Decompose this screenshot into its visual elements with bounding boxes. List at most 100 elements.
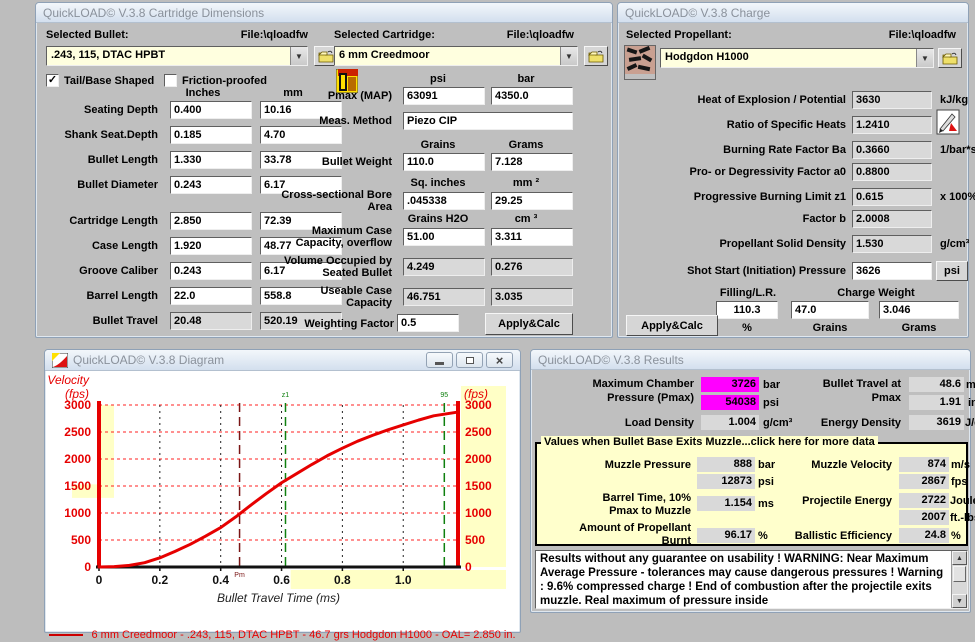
svg-text:Velocity: Velocity <box>47 373 90 387</box>
propellant-file-open-button[interactable] <box>938 48 962 68</box>
seating-depth-in-field[interactable]: 0.400 <box>170 101 252 119</box>
legend-line-sample <box>49 634 83 636</box>
scroll-down-icon[interactable]: ▼ <box>952 594 967 608</box>
cartridge-window-title: QuickLOAD© V.3.8 Cartridge Dimensions <box>43 6 605 20</box>
cartridge-window-titlebar[interactable]: QuickLOAD© V.3.8 Cartridge Dimensions <box>36 3 612 23</box>
charge-grams-field[interactable]: 3.046 <box>879 301 959 319</box>
cartridge-apply-calc-button[interactable]: Apply&Calc <box>485 313 573 335</box>
propellant-combobox[interactable]: Hodgdon H1000 ▼ <box>660 48 934 68</box>
pmax-psi-field[interactable]: 63091 <box>403 87 485 105</box>
selected-cartridge-label: Selected Cartridge: <box>334 29 435 41</box>
filling-field[interactable]: 110.3 <box>716 301 778 319</box>
tail-base-checkbox[interactable]: ✓ <box>46 74 59 87</box>
minimize-button[interactable] <box>426 352 453 368</box>
results-window-title: QuickLOAD© V.3.8 Results <box>538 353 963 367</box>
cartridge-file-open-button[interactable] <box>584 46 608 66</box>
muzzle-group-header[interactable]: Values when Bullet Base Exits Muzzle...c… <box>541 436 878 448</box>
warning-text: Results without any guarantee on usabili… <box>536 551 951 608</box>
cartridge-length-in-field[interactable]: 2.850 <box>170 212 252 230</box>
filling-unit-label: % <box>716 322 778 334</box>
muzzle-velocity-ms-value: 874 <box>899 457 949 472</box>
charge-window-title: QuickLOAD© V.3.8 Charge <box>625 6 961 20</box>
useable-capacity-gr-field: 46.751 <box>403 288 485 306</box>
bullet-length-in-field[interactable]: 1.330 <box>170 151 252 169</box>
travel-mm-unit: mm <box>966 379 975 391</box>
shot-start-field[interactable]: 3626 <box>852 262 932 280</box>
bore-area-sqin-field[interactable]: .045338 <box>403 192 485 210</box>
max-capacity-cm3-field[interactable]: 3.311 <box>491 228 573 246</box>
diagram-window-titlebar[interactable]: QuickLOAD© V.3.8 Diagram × <box>45 350 520 371</box>
projectile-energy-label: Projectile Energy <box>777 495 892 508</box>
muzzle-values-group: Values when Bullet Base Exits Muzzle...c… <box>535 442 968 546</box>
muzzle-pressure-bar-value: 888 <box>697 457 755 472</box>
factor-b-row: Factor b2.0008 <box>626 210 932 228</box>
friction-proofed-checkbox[interactable] <box>164 74 177 87</box>
specific-heats-field: 1.2410 <box>852 116 932 134</box>
folder-open-icon <box>942 52 958 65</box>
scroll-thumb[interactable] <box>953 566 966 582</box>
muzzle-pressure-label: Muzzle Pressure <box>541 459 691 472</box>
warning-scrollbar[interactable]: ▲ ▼ <box>951 551 967 608</box>
close-button[interactable]: × <box>486 352 513 368</box>
velocity-time-chart: 0050050010001000150015002000200025002500… <box>47 371 520 611</box>
meas-method-field[interactable]: Piezo CIP <box>403 112 573 130</box>
propellant-combobox-dropdown-icon[interactable]: ▼ <box>916 49 933 67</box>
muzzle-velocity-label: Muzzle Velocity <box>777 459 892 472</box>
pmax-bar-value: 3726 <box>701 377 759 392</box>
edit-burn-rate-icon[interactable] <box>936 109 960 140</box>
heat-of-explosion-field: 3630 <box>852 91 932 109</box>
folder-open-icon <box>318 50 334 63</box>
charge-apply-calc-button[interactable]: Apply&Calc <box>626 315 718 336</box>
barrel-time-label-1: Barrel Time, 10% <box>541 492 691 505</box>
inches-column-header: Inches <box>162 87 244 99</box>
svg-text:1.0: 1.0 <box>395 573 412 587</box>
pmax-bar-field[interactable]: 4350.0 <box>491 87 573 105</box>
svg-text:0: 0 <box>84 560 91 574</box>
shank-depth-in-field[interactable]: 0.185 <box>170 126 252 144</box>
legend-text: 6 mm Creedmoor - .243, 115, DTAC HPBT - … <box>91 629 515 641</box>
muzzle-pressure-psi-value: 12873 <box>697 474 755 489</box>
cartridge-combobox[interactable]: 6 mm Creedmoor ▼ <box>334 46 578 66</box>
barrel-length-in-field[interactable]: 22.0 <box>170 287 252 305</box>
bullet-combobox[interactable]: .243, 115, DTAC HPBT ▼ <box>46 46 308 66</box>
volume-occupied-row: Volume Occupied by Seated Bullet4.2490.2… <box>276 255 573 279</box>
heat-unit: kJ/kg <box>940 94 968 106</box>
meas-method-row: Meas. MethodPiezo CIP <box>276 112 573 130</box>
case-length-in-field[interactable]: 1.920 <box>170 237 252 255</box>
volume-occupied-cm3-field: 0.276 <box>491 258 573 276</box>
groove-caliber-in-field[interactable]: 0.243 <box>170 262 252 280</box>
travel-in-value: 1.91 <box>909 395 964 410</box>
psi-header: psi <box>397 73 479 85</box>
bore-area-mm2-field[interactable]: 29.25 <box>491 192 573 210</box>
travel-in-unit: in. <box>968 397 975 409</box>
barrel-time-unit: ms <box>758 498 774 510</box>
shot-start-unit-button[interactable]: psi <box>936 261 968 281</box>
scroll-up-icon[interactable]: ▲ <box>952 551 967 565</box>
charge-window-titlebar[interactable]: QuickLOAD© V.3.8 Charge <box>618 3 968 23</box>
charge-grains-field[interactable]: 47.0 <box>791 301 869 319</box>
ballistic-efficiency-value: 24.8 <box>899 528 949 543</box>
burning-rate-row: Burning Rate Factor Ba0.3660 <box>626 141 932 159</box>
svg-text:95: 95 <box>440 392 448 399</box>
cartridge-combobox-dropdown-icon[interactable]: ▼ <box>560 47 577 65</box>
bullet-weight-grams-field[interactable]: 7.128 <box>491 153 573 171</box>
restore-button[interactable] <box>456 352 483 368</box>
heat-of-explosion-row: Heat of Explosion / Potential3630 <box>626 91 932 109</box>
weighting-factor-field[interactable]: 0.5 <box>397 314 459 332</box>
bullet-combobox-dropdown-icon[interactable]: ▼ <box>290 47 307 65</box>
results-window: QuickLOAD© V.3.8 Results Maximum Chamber… <box>530 349 971 613</box>
muzzle-velocity-fps-unit: fps <box>951 476 968 488</box>
svg-text:0.8: 0.8 <box>334 573 351 587</box>
barrel-time-value: 1.154 <box>697 496 755 511</box>
bullet-diameter-in-field[interactable]: 0.243 <box>170 176 252 194</box>
pmax-bar-unit: bar <box>763 379 780 391</box>
sq-inches-header: Sq. inches <box>397 177 479 189</box>
pmax-result-label-2: Pressure (Pmax) <box>539 392 694 405</box>
diagram-window: QuickLOAD© V.3.8 Diagram × 0050050010001… <box>44 349 521 633</box>
bullet-weight-grains-field[interactable]: 110.0 <box>403 153 485 171</box>
charge-weight-header: Charge Weight <box>806 287 946 299</box>
max-capacity-gr-field[interactable]: 51.00 <box>403 228 485 246</box>
charge-window: QuickLOAD© V.3.8 Charge Selected Propell… <box>617 2 969 338</box>
results-window-titlebar[interactable]: QuickLOAD© V.3.8 Results <box>531 350 970 370</box>
svg-text:0.2: 0.2 <box>152 573 169 587</box>
